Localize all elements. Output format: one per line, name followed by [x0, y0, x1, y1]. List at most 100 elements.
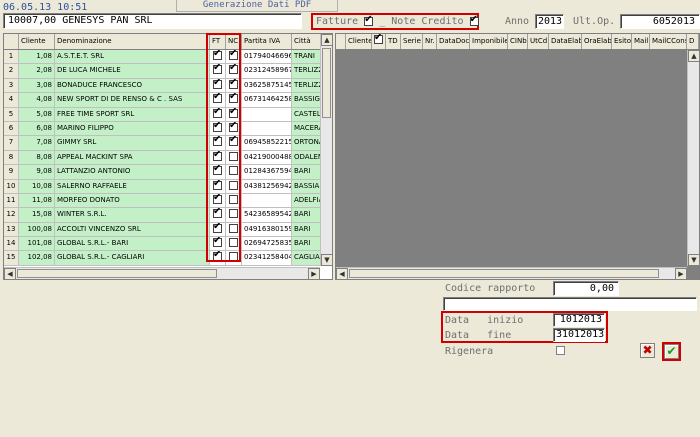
client-field[interactable]: 10007,00 GENESYS PAN SRL — [3, 13, 302, 29]
ft-checkbox[interactable] — [213, 194, 222, 204]
col-ft[interactable]: FT — [210, 34, 226, 49]
anno-input[interactable]: 2013 — [535, 14, 564, 29]
ft-checkbox[interactable] — [213, 136, 222, 147]
cancel-button[interactable]: ✖ — [640, 343, 655, 358]
rcol-imponibile[interactable]: Imponibile — [470, 34, 508, 49]
rcol-datadoc[interactable]: DataDoc — [437, 34, 470, 49]
nc-checkbox[interactable] — [229, 64, 238, 75]
clients-grid-hscroll[interactable]: ◀ ▶ — [4, 267, 320, 280]
nc-checkbox[interactable] — [229, 194, 238, 204]
ft-checkbox[interactable] — [213, 93, 222, 104]
ft-checkbox[interactable] — [213, 50, 222, 60]
rcol-utcd[interactable]: UtCd — [528, 34, 549, 49]
col-cliente[interactable]: Cliente — [19, 34, 55, 49]
table-row[interactable]: 55,08FREE TIME SPORT SRLCASTELN — [4, 107, 332, 122]
ft-checkbox[interactable] — [213, 79, 222, 89]
rcol-mailccons[interactable]: MailCCons — [650, 34, 687, 49]
nc-checkbox[interactable] — [229, 209, 238, 219]
nc-checkbox[interactable] — [229, 166, 238, 176]
description-input[interactable] — [443, 297, 697, 311]
nc-checkbox[interactable] — [229, 180, 238, 190]
nc-checkbox[interactable] — [229, 136, 238, 147]
nc-checkbox[interactable] — [229, 79, 238, 89]
table-row[interactable]: 15102,08GLOBAL S.R.L.- CAGLIARI 023412584… — [4, 251, 332, 266]
rcol-mail[interactable]: Mail — [632, 34, 650, 49]
nc-checkbox[interactable] — [229, 108, 238, 118]
table-row[interactable]: 13100,08ACCOLTI VINCENZO SRL04916380159B… — [4, 222, 332, 238]
ft-checkbox[interactable] — [213, 122, 222, 132]
rcol-check[interactable] — [372, 34, 386, 49]
ft-checkbox[interactable] — [213, 208, 222, 219]
table-row[interactable]: 44,08NEW SPORT DI DE RENSO & C . SAS 0673… — [4, 93, 332, 108]
rscroll-left-icon[interactable]: ◀ — [336, 268, 348, 280]
rscroll-right-icon[interactable]: ▶ — [675, 268, 687, 280]
nc-checkbox[interactable] — [229, 122, 238, 132]
note-credito-checkbox[interactable] — [469, 14, 479, 26]
table-row[interactable]: 11,08A.S.T.E.T. SRL01794046696TRANI — [4, 50, 332, 65]
rigenera-checkbox[interactable] — [556, 346, 565, 355]
scroll-up-icon[interactable]: ▲ — [321, 34, 333, 46]
ft-checkbox[interactable] — [213, 237, 222, 248]
table-row[interactable]: 1111,08MORFEO DONATOADELFIA — [4, 193, 332, 209]
rhscroll-thumb[interactable] — [349, 269, 659, 278]
clients-grid[interactable]: Cliente Denominazione FT NC Partita IVA … — [3, 33, 333, 280]
cell-cliente: 15,08 — [19, 208, 55, 223]
scroll-right-icon[interactable]: ▶ — [308, 268, 320, 280]
nc-checkbox[interactable] — [229, 50, 238, 60]
table-row[interactable]: 1215,08WINTER S.R.L.54236589542BARI — [4, 208, 332, 223]
clients-grid-vscroll[interactable]: ▲ ▼ — [320, 34, 333, 266]
ft-checkbox[interactable] — [213, 180, 222, 190]
codice-rapporto-input[interactable]: 0,00 — [553, 281, 619, 296]
table-row[interactable]: 22,08DE LUCA MICHELE02312458967TERLIZZI — [4, 64, 332, 79]
cell-ft — [210, 165, 226, 180]
rcol-td[interactable]: TD — [386, 34, 401, 49]
select-all-checkbox[interactable] — [374, 34, 383, 44]
ft-checkbox[interactable] — [213, 251, 222, 262]
ft-checkbox[interactable] — [213, 151, 222, 161]
confirm-button[interactable]: ✔ — [664, 344, 679, 359]
documents-grid-hscroll[interactable]: ◀ ▶ — [336, 267, 687, 280]
nc-checkbox[interactable] — [229, 238, 238, 248]
rcol-oraelab[interactable]: OraElab — [582, 34, 612, 49]
table-row[interactable]: 33,08BONADUCE FRANCESCO03625875145TERLIZ… — [4, 78, 332, 94]
documents-grid-vscroll[interactable]: ▲ ▼ — [687, 50, 700, 266]
cell-nc — [226, 64, 242, 79]
col-nc[interactable]: NC — [226, 34, 242, 49]
table-row[interactable]: 1010,08SALERNO RAFFAELE04381256942BASSIA… — [4, 179, 332, 194]
nc-checkbox[interactable] — [229, 93, 238, 104]
cell-ft — [210, 107, 226, 122]
rcol-d[interactable]: D — [687, 34, 699, 49]
hscroll-thumb[interactable] — [17, 269, 217, 278]
table-row[interactable]: 77,08GIMMY SRL06945852215ORTONA — [4, 136, 332, 151]
ft-checkbox[interactable] — [213, 64, 222, 75]
table-row[interactable]: 88,08APPEAL MACKINT SPA04219000488ODALEN — [4, 150, 332, 166]
ult-op-input[interactable]: 6052013 — [620, 14, 700, 29]
documents-grid[interactable]: Cliente TD Serie Nr. DataDoc Imponibile … — [335, 33, 700, 280]
rcol-cinb[interactable]: CINb — [508, 34, 528, 49]
table-row[interactable]: 99,08LATTANZIO ANTONIO01284367594BARI — [4, 165, 332, 180]
nc-checkbox[interactable] — [229, 252, 238, 262]
rscroll-up-icon[interactable]: ▲ — [688, 50, 700, 62]
table-row[interactable]: 14101,08GLOBAL S.R.L.- BARI02694725835BA… — [4, 237, 332, 252]
nc-checkbox[interactable] — [229, 223, 238, 233]
rscroll-down-icon[interactable]: ▼ — [688, 254, 700, 266]
rcol-cliente[interactable]: Cliente — [346, 34, 372, 49]
table-row[interactable]: 66,08MARINO FILIPPOMACERA — [4, 121, 332, 137]
nc-checkbox[interactable] — [229, 151, 238, 161]
col-denominazione[interactable]: Denominazione — [55, 34, 210, 49]
fatture-checkbox[interactable] — [364, 14, 374, 26]
data-fine-input[interactable]: 31012013 — [553, 328, 605, 342]
ft-checkbox[interactable] — [213, 223, 222, 233]
ft-checkbox[interactable] — [213, 165, 222, 176]
rcol-dataelab[interactable]: DataElab — [549, 34, 582, 49]
rcol-esito[interactable]: Esito — [612, 34, 632, 49]
scroll-down-icon[interactable]: ▼ — [321, 254, 333, 266]
data-inizio-input[interactable]: 1012013 — [553, 313, 605, 327]
ft-checkbox[interactable] — [213, 108, 222, 118]
scroll-left-icon[interactable]: ◀ — [4, 268, 16, 280]
rcol-nr[interactable]: Nr. — [423, 34, 437, 49]
cell-denominazione: LATTANZIO ANTONIO — [55, 165, 210, 180]
scroll-thumb[interactable] — [322, 48, 331, 118]
col-partita-iva[interactable]: Partita IVA — [242, 34, 292, 49]
rcol-serie[interactable]: Serie — [401, 34, 423, 49]
